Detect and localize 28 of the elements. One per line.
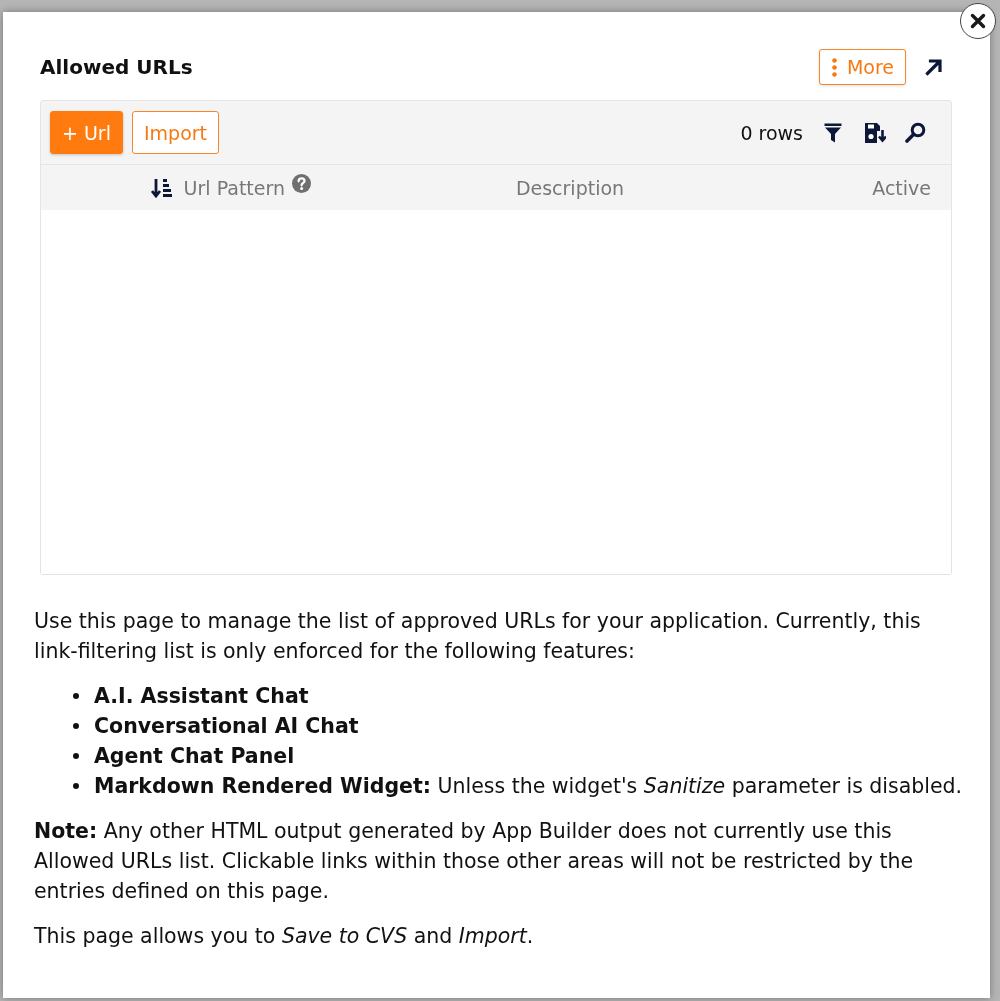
close-button[interactable] <box>960 3 996 39</box>
sort-icon[interactable] <box>150 177 172 198</box>
vertical-dots-icon <box>831 57 837 77</box>
more-button[interactable]: More <box>818 49 906 85</box>
filter-icon[interactable] <box>824 122 842 143</box>
close-icon <box>970 13 986 29</box>
bullet-icon <box>73 693 79 699</box>
help-icon[interactable] <box>292 174 311 193</box>
intro-text: Use this page to manage the list of approved URLs for your application. Currently, this link-filtering list is only enforced for the following features: <box>34 608 922 665</box>
list-item: Conversational AI Chat <box>94 713 359 740</box>
floppy-disk-icon[interactable] <box>864 121 886 144</box>
bullet-icon <box>73 783 79 789</box>
bullet-icon <box>73 723 79 729</box>
add-url-button[interactable]: + Url <box>50 111 123 154</box>
column-header[interactable]: Description <box>515 176 625 199</box>
column-header[interactable]: Url Pattern <box>183 176 285 199</box>
note-text: Note: Any other HTML output generated by App Builder does not currently use this Allowed URLs list. Clickable links within those other areas will not be restricted by the entries defined on this page. <box>34 818 915 905</box>
bullet-icon <box>73 753 79 759</box>
list-item: Agent Chat Panel <box>94 743 295 770</box>
row-count: 0 rows <box>740 121 803 144</box>
dialog-title: Allowed URLs <box>40 55 194 79</box>
list-item: A.I. Assistant Chat <box>94 683 309 710</box>
search-icon[interactable] <box>905 122 926 143</box>
footer-text: This page allows you to Save to CVS and Import. <box>34 923 535 950</box>
diagonal-arrow-icon[interactable] <box>925 58 943 76</box>
list-item: Markdown Rendered Widget: Unless the widget's Sanitize parameter is disabled. <box>94 773 963 800</box>
import-button[interactable]: Import <box>131 111 220 154</box>
column-header[interactable]: Active <box>872 176 931 199</box>
